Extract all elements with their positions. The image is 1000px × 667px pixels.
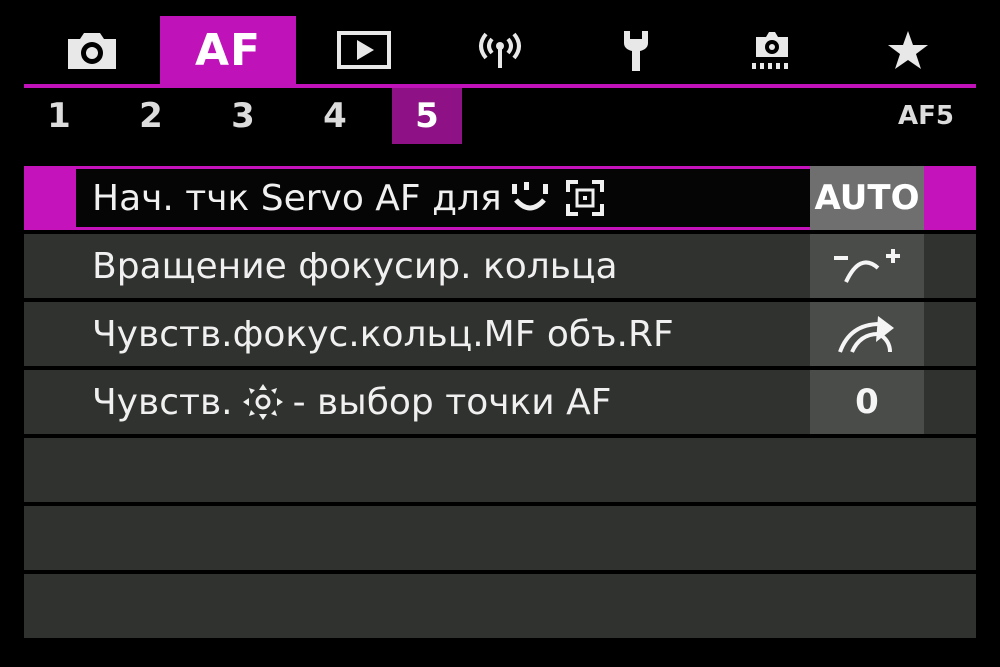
playback-icon xyxy=(337,31,391,69)
af-frame-icon xyxy=(565,180,604,216)
menu-item-label: Чувств. - выбор точки AF xyxy=(92,370,611,434)
menu-item-label-suffix: - выбор точки AF xyxy=(292,381,612,423)
menu-item-value xyxy=(810,302,924,366)
sub-tab-3[interactable]: 3 xyxy=(208,88,278,144)
top-tab-bar: AF xyxy=(24,16,976,84)
tab-my-menu[interactable] xyxy=(840,16,976,84)
page-id: AF5 xyxy=(898,101,954,131)
sub-tab-bar: 1 2 3 4 5 AF5 xyxy=(24,88,976,146)
custom-functions-icon xyxy=(752,32,788,69)
menu-item-empty xyxy=(24,506,976,570)
menu-item-label-text: Нач. тчк Servo AF для xyxy=(92,177,502,219)
sub-tab-5[interactable]: 5 xyxy=(392,88,462,144)
menu-item-label-prefix: Чувств. xyxy=(92,381,233,423)
menu-item-servo-af-start-point[interactable]: Нач. тчк Servo AF для AUTO xyxy=(24,166,976,230)
star-icon xyxy=(888,31,928,69)
menu-item-label: Чувств.фокус.кольц.MF объ.RF xyxy=(92,313,674,355)
camera-menu-screen: AF 1 2 3 4 5 AF5 Нач. тчк Servo AF для A… xyxy=(24,16,976,644)
menu-item-label: Нач. тчк Servo AF для xyxy=(92,166,612,230)
face-tracking-icon xyxy=(511,182,548,211)
tab-wireless[interactable] xyxy=(432,16,568,84)
ring-sensitivity-icon xyxy=(838,316,894,353)
menu-item-empty xyxy=(24,438,976,502)
tab-playback[interactable] xyxy=(296,16,432,84)
menu-item-af-point-sensitivity[interactable]: Чувств. - выбор точки AF 0 xyxy=(24,370,976,434)
smart-controller-icon xyxy=(242,384,283,420)
tab-af[interactable]: AF xyxy=(160,16,296,84)
menu-list: Нач. тчк Servo AF для AUTO Вращение фоку… xyxy=(24,166,976,642)
menu-item-value: AUTO xyxy=(810,166,924,230)
wireless-icon xyxy=(479,32,521,68)
tab-af-label: AF xyxy=(194,24,262,76)
sub-tab-4[interactable]: 4 xyxy=(300,88,370,144)
menu-item-empty xyxy=(24,574,976,638)
ring-rotation-icon xyxy=(834,249,900,283)
camera-icon xyxy=(68,33,116,69)
wrench-icon xyxy=(624,31,648,71)
menu-item-value: 0 xyxy=(810,370,924,434)
sub-tab-2[interactable]: 2 xyxy=(116,88,186,144)
tab-setup[interactable] xyxy=(568,16,704,84)
menu-item-mf-ring-sensitivity[interactable]: Чувств.фокус.кольц.MF объ.RF xyxy=(24,302,976,366)
tab-custom[interactable] xyxy=(704,16,840,84)
menu-item-value xyxy=(810,234,924,298)
menu-item-label: Вращение фокусир. кольца xyxy=(92,245,618,287)
tab-shooting[interactable] xyxy=(24,16,160,84)
sub-tab-1[interactable]: 1 xyxy=(24,88,94,144)
menu-item-focus-ring-rotation[interactable]: Вращение фокусир. кольца xyxy=(24,234,976,298)
